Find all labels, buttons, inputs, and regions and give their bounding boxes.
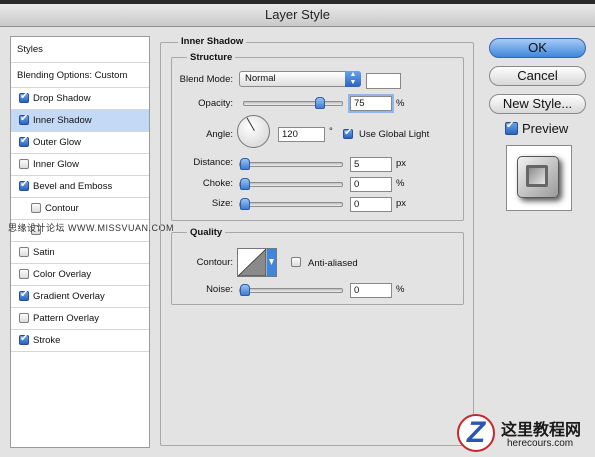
size-label: Size:: [211, 198, 233, 209]
blend-mode-label: Blend Mode:: [179, 74, 233, 85]
angle-label: Angle:: [206, 129, 233, 140]
style-item-inner-glow[interactable]: Inner Glow: [11, 154, 149, 176]
style-item-contour[interactable]: Contour: [11, 198, 149, 220]
choke-slider[interactable]: [239, 178, 343, 190]
style-checkbox[interactable]: [31, 203, 41, 213]
opacity-slider-knob[interactable]: [315, 97, 325, 109]
style-item-label: Bevel and Emboss: [33, 181, 113, 192]
choke-field[interactable]: 0: [350, 177, 392, 192]
style-item-outer-glow[interactable]: Outer Glow: [11, 132, 149, 154]
window-title: Layer Style: [0, 4, 595, 27]
style-item-label: Satin: [33, 247, 55, 258]
blend-mode-value: Normal: [245, 73, 276, 84]
size-slider-knob[interactable]: [240, 198, 250, 210]
style-item-label: Stroke: [33, 335, 61, 346]
style-checkbox[interactable]: [19, 111, 29, 127]
style-item-label: Color Overlay: [33, 269, 92, 280]
style-checkbox[interactable]: [19, 159, 29, 169]
style-item-inner-shadow[interactable]: Inner Shadow: [11, 110, 149, 132]
style-item-color-overlay[interactable]: Color Overlay: [11, 264, 149, 286]
angle-field[interactable]: 120: [278, 127, 325, 142]
style-item-label: Gradient Overlay: [33, 291, 105, 302]
inner-shadow-title: Inner Shadow: [178, 36, 247, 47]
logo-name: 这里教程网: [501, 422, 582, 439]
preview-shape: [517, 156, 559, 198]
quality-title: Quality: [187, 227, 226, 238]
site-logo: Z 这里教程网 herecours.com: [455, 412, 595, 457]
opacity-slider[interactable]: [243, 97, 343, 109]
ok-button[interactable]: OK: [489, 38, 586, 58]
anti-aliased-checkbox[interactable]: [291, 257, 301, 267]
size-unit: px: [396, 198, 407, 209]
preview-thumbnail: [506, 145, 572, 211]
style-item-satin[interactable]: Satin: [11, 242, 149, 264]
size-field[interactable]: 0: [350, 197, 392, 212]
distance-slider-knob[interactable]: [240, 158, 250, 170]
new-style-button[interactable]: New Style...: [489, 94, 586, 114]
styles-header[interactable]: Styles: [11, 37, 149, 63]
choke-label: Choke:: [202, 178, 233, 189]
opacity-unit: %: [396, 98, 405, 109]
choke-slider-knob[interactable]: [240, 178, 250, 190]
style-checkbox[interactable]: [19, 89, 29, 105]
blend-mode-select[interactable]: Normal ▲ ▼: [239, 71, 361, 87]
style-checkbox[interactable]: [19, 287, 29, 303]
angle-unit: °: [329, 126, 333, 137]
opacity-field[interactable]: 75: [350, 96, 392, 111]
style-item-label: Outer Glow: [33, 137, 82, 148]
distance-label: Distance:: [193, 157, 233, 168]
style-item-label: Contour: [45, 203, 79, 214]
noise-slider-knob[interactable]: [240, 284, 250, 296]
cancel-button[interactable]: Cancel: [489, 66, 586, 86]
blending-options-item[interactable]: Blending Options: Custom: [11, 63, 149, 88]
distance-unit: px: [396, 158, 407, 169]
style-checkbox[interactable]: [19, 177, 29, 193]
style-checkbox[interactable]: [19, 133, 29, 149]
style-item-stroke[interactable]: Stroke: [11, 330, 149, 352]
updown-arrow-icon: ▲ ▼: [345, 71, 361, 87]
shadow-color-swatch[interactable]: [366, 73, 401, 89]
noise-label: Noise:: [206, 284, 233, 295]
style-checkbox[interactable]: [19, 331, 29, 347]
contour-picker[interactable]: [237, 248, 277, 277]
angle-dial-hand: [246, 117, 255, 131]
styles-list: Styles Blending Options: Custom Drop Sha…: [10, 36, 150, 448]
style-item-label: Drop Shadow: [33, 93, 91, 104]
choke-unit: %: [396, 178, 405, 189]
style-item-label: Inner Glow: [33, 159, 79, 170]
structure-title: Structure: [187, 52, 236, 63]
opacity-label: Opacity:: [198, 98, 233, 109]
contour-curve-icon: [237, 248, 276, 277]
distance-field[interactable]: 5: [350, 157, 392, 172]
use-global-light-label: Use Global Light: [359, 129, 430, 140]
contour-label: Contour:: [196, 257, 233, 268]
z-logo-icon: Z: [457, 414, 495, 452]
noise-unit: %: [396, 284, 405, 295]
style-checkbox[interactable]: [19, 247, 29, 257]
distance-slider[interactable]: [239, 158, 343, 170]
style-item-pattern-overlay[interactable]: Pattern Overlay: [11, 308, 149, 330]
angle-dial[interactable]: [237, 115, 270, 148]
preview-label: Preview: [522, 121, 569, 136]
watermark-text: 思缘设计论坛 WWW.MISSVUAN.COM: [8, 223, 174, 233]
style-item-label: Inner Shadow: [33, 115, 92, 126]
style-checkbox[interactable]: [19, 269, 29, 279]
size-slider[interactable]: [239, 198, 343, 210]
logo-url: herecours.com: [507, 438, 574, 449]
style-item-bevel-and-emboss[interactable]: Bevel and Emboss: [11, 176, 149, 198]
noise-field[interactable]: 0: [350, 283, 392, 298]
style-item-label: Pattern Overlay: [33, 313, 99, 324]
style-item-gradient-overlay[interactable]: Gradient Overlay: [11, 286, 149, 308]
style-checkbox[interactable]: [19, 313, 29, 323]
preview-checkbox[interactable]: [505, 118, 518, 135]
anti-aliased-label: Anti-aliased: [308, 258, 358, 269]
style-item-drop-shadow[interactable]: Drop Shadow: [11, 88, 149, 110]
noise-slider[interactable]: [239, 284, 343, 296]
use-global-light-checkbox[interactable]: [343, 125, 353, 141]
